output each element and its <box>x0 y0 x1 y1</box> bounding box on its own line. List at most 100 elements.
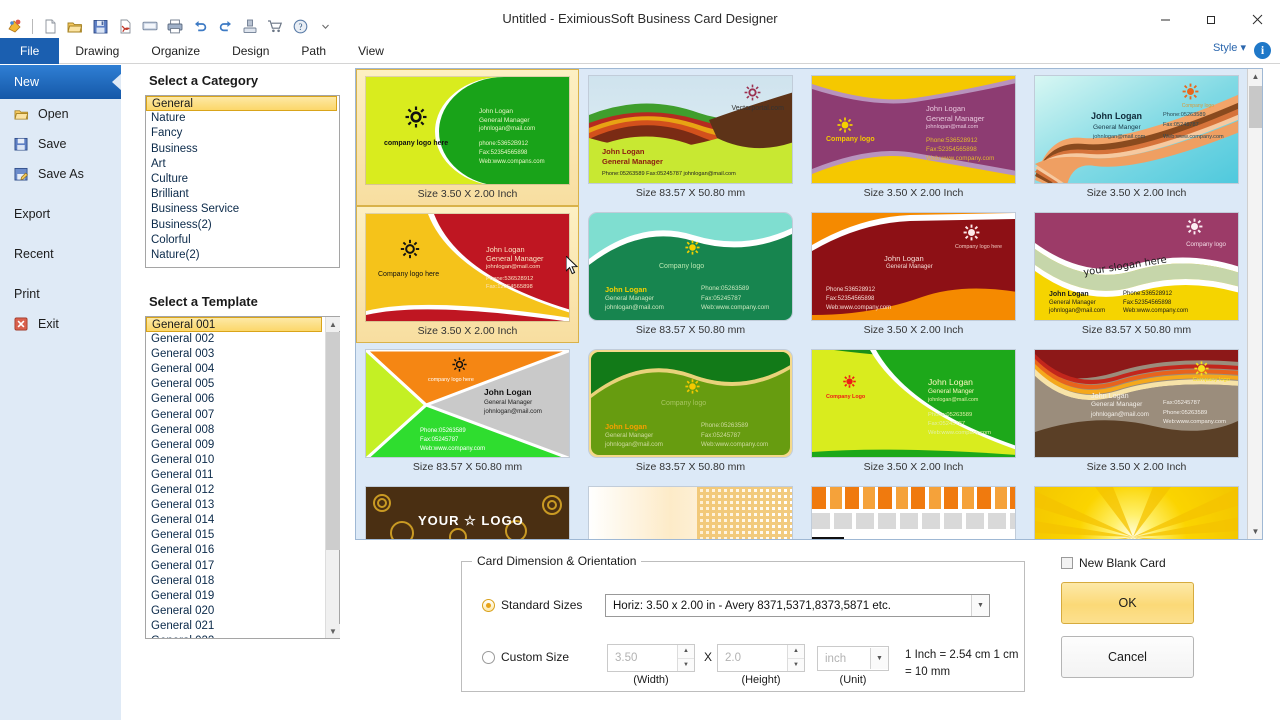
template-thumbnail[interactable]: Company logo John Logan General Manger j… <box>1025 69 1248 206</box>
standard-size-select[interactable]: Horiz: 3.50 x 2.00 in - Avery 8371,5371,… <box>605 594 990 617</box>
template-list-item[interactable]: General 021 <box>146 619 324 634</box>
tab-design[interactable]: Design <box>216 38 285 64</box>
category-list-item[interactable]: Colorful <box>146 233 339 248</box>
cart-icon[interactable] <box>264 15 286 37</box>
height-value[interactable]: 2.0 <box>718 645 787 671</box>
close-button[interactable] <box>1234 0 1280 38</box>
template-list-item[interactable]: General 010 <box>146 453 324 468</box>
category-list-item[interactable]: Nature(2) <box>146 248 339 263</box>
style-menu-button[interactable]: Style ▾ <box>1213 41 1246 54</box>
tab-file[interactable]: File <box>0 38 60 64</box>
category-list-item[interactable]: Art <box>146 157 339 172</box>
template-list-item[interactable]: General 007 <box>146 408 324 423</box>
template-list-item[interactable]: General 014 <box>146 513 324 528</box>
backstage-item-recent[interactable]: Recent <box>0 239 121 269</box>
template-list-item[interactable]: General 012 <box>146 483 324 498</box>
width-value[interactable]: 3.50 <box>608 645 677 671</box>
checkbox-indicator[interactable] <box>1061 557 1073 569</box>
radio-indicator[interactable] <box>482 650 495 664</box>
chevron-down-icon[interactable]: ▼ <box>971 595 989 616</box>
backstage-item-exit[interactable]: Exit <box>0 309 121 339</box>
template-list-item[interactable]: General 022 <box>146 634 324 638</box>
spinner-down-icon[interactable]: ▼ <box>678 658 694 671</box>
info-icon[interactable]: i <box>1254 42 1271 59</box>
help-icon[interactable]: ? <box>289 15 311 37</box>
template-thumbnail[interactable]: Company logo John Logan General Manager … <box>579 206 802 343</box>
scrollbar-thumb[interactable] <box>1249 86 1262 128</box>
template-list-item[interactable]: General 004 <box>146 362 324 377</box>
template-list-item[interactable]: General 020 <box>146 604 324 619</box>
tab-organize[interactable]: Organize <box>135 38 216 64</box>
template-thumbnail[interactable]: Company logo John Logan General Manager … <box>1025 343 1248 480</box>
unit-select[interactable]: inch ▼ <box>817 646 889 671</box>
template-list-item[interactable]: General 016 <box>146 543 324 558</box>
backstage-item-new[interactable]: New <box>0 65 121 99</box>
print-icon[interactable] <box>164 15 186 37</box>
category-list-item[interactable]: Business <box>146 142 339 157</box>
template-list-scrollbar[interactable]: ▲ ▼ <box>325 317 340 638</box>
template-thumbnail[interactable]: Company logo John Logan General Manager … <box>579 343 802 480</box>
width-spinner-buttons[interactable]: ▲ ▼ <box>677 645 694 671</box>
template-thumbnail[interactable]: Company logo here John Logan General Man… <box>802 206 1025 343</box>
template-list-item[interactable]: General 017 <box>146 559 324 574</box>
height-spinner-buttons[interactable]: ▲ ▼ <box>787 645 804 671</box>
ok-button[interactable]: OK <box>1061 582 1194 624</box>
template-thumbnail[interactable]: company logo here John Logan General Man… <box>356 343 579 480</box>
new-document-icon[interactable] <box>39 15 61 37</box>
template-thumbnail[interactable]: Company logo your slogan here John Logan… <box>1025 206 1248 343</box>
template-list[interactable]: General 001 General 002 General 003 General… <box>145 316 340 639</box>
new-blank-card-checkbox[interactable]: New Blank Card <box>1045 556 1260 570</box>
template-thumbnail[interactable]: YOUR LOGO <box>802 480 1025 539</box>
print-preview-icon[interactable] <box>139 15 161 37</box>
backstage-item-open[interactable]: Open <box>0 99 121 129</box>
template-list-item[interactable]: General 011 <box>146 468 324 483</box>
template-preview-pane[interactable]: company logo here John Logan General Man… <box>355 68 1263 540</box>
tab-path[interactable]: Path <box>285 38 342 64</box>
scroll-up-icon[interactable]: ▲ <box>326 317 340 331</box>
import-icon[interactable] <box>239 15 261 37</box>
backstage-item-export[interactable]: Export <box>0 199 121 229</box>
template-list-item[interactable]: General 015 <box>146 528 324 543</box>
template-thumbnail[interactable]: Company logo here John Logan General Man… <box>356 206 579 343</box>
export-pdf-icon[interactable] <box>114 15 136 37</box>
scroll-down-icon[interactable]: ▼ <box>326 624 340 638</box>
standard-sizes-radio[interactable]: Standard Sizes <box>482 598 582 612</box>
category-list-item[interactable]: Fancy <box>146 126 339 141</box>
template-list-item[interactable]: General 003 <box>146 347 324 362</box>
spinner-down-icon[interactable]: ▼ <box>788 658 804 671</box>
template-list-item[interactable]: General 018 <box>146 574 324 589</box>
open-folder-icon[interactable] <box>64 15 86 37</box>
template-thumbnail[interactable]: Vectorportal.com John Logan General Mana… <box>579 69 802 206</box>
template-list-item[interactable]: General 009 <box>146 438 324 453</box>
customize-qat-chevron-icon[interactable] <box>314 15 336 37</box>
tab-drawing[interactable]: Drawing <box>59 38 135 64</box>
template-list-item[interactable]: General 001 <box>146 317 322 333</box>
template-list-item[interactable]: General 006 <box>146 392 324 407</box>
tab-view[interactable]: View <box>342 38 400 64</box>
category-list[interactable]: General Nature Fancy Business Art Culture Bril… <box>145 95 340 268</box>
backstage-item-print[interactable]: Print <box>0 279 121 309</box>
category-list-item[interactable]: Business Service <box>146 202 339 217</box>
template-list-item[interactable]: General 005 <box>146 377 324 392</box>
scrollbar-thumb[interactable] <box>326 332 340 550</box>
template-thumbnail[interactable]: Company Logo John Logan General Manger j… <box>802 343 1025 480</box>
template-list-item[interactable]: General 013 <box>146 498 324 513</box>
preview-scrollbar[interactable]: ▲ ▼ <box>1247 69 1262 539</box>
template-thumbnail[interactable]: YOUR ☆ LOGO <box>356 480 579 539</box>
template-list-item[interactable]: General 008 <box>146 423 324 438</box>
app-logo-icon[interactable] <box>4 15 26 37</box>
minimize-button[interactable] <box>1142 0 1188 38</box>
width-stepper[interactable]: 3.50 ▲ ▼ <box>607 644 695 672</box>
undo-icon[interactable] <box>189 15 211 37</box>
category-list-item[interactable]: Brilliant <box>146 187 339 202</box>
chevron-down-icon[interactable]: ▼ <box>870 648 888 669</box>
height-stepper[interactable]: 2.0 ▲ ▼ <box>717 644 805 672</box>
spinner-up-icon[interactable]: ▲ <box>788 645 804 659</box>
backstage-item-save[interactable]: Save <box>0 129 121 159</box>
radio-indicator[interactable] <box>482 598 495 612</box>
maximize-restore-button[interactable] <box>1188 0 1234 38</box>
custom-size-radio[interactable]: Custom Size <box>482 650 569 664</box>
redo-icon[interactable] <box>214 15 236 37</box>
template-thumbnail[interactable]: company logo here John Logan General Man… <box>356 69 579 206</box>
template-thumbnail[interactable]: YOUR ☆ LOGO <box>579 480 802 539</box>
